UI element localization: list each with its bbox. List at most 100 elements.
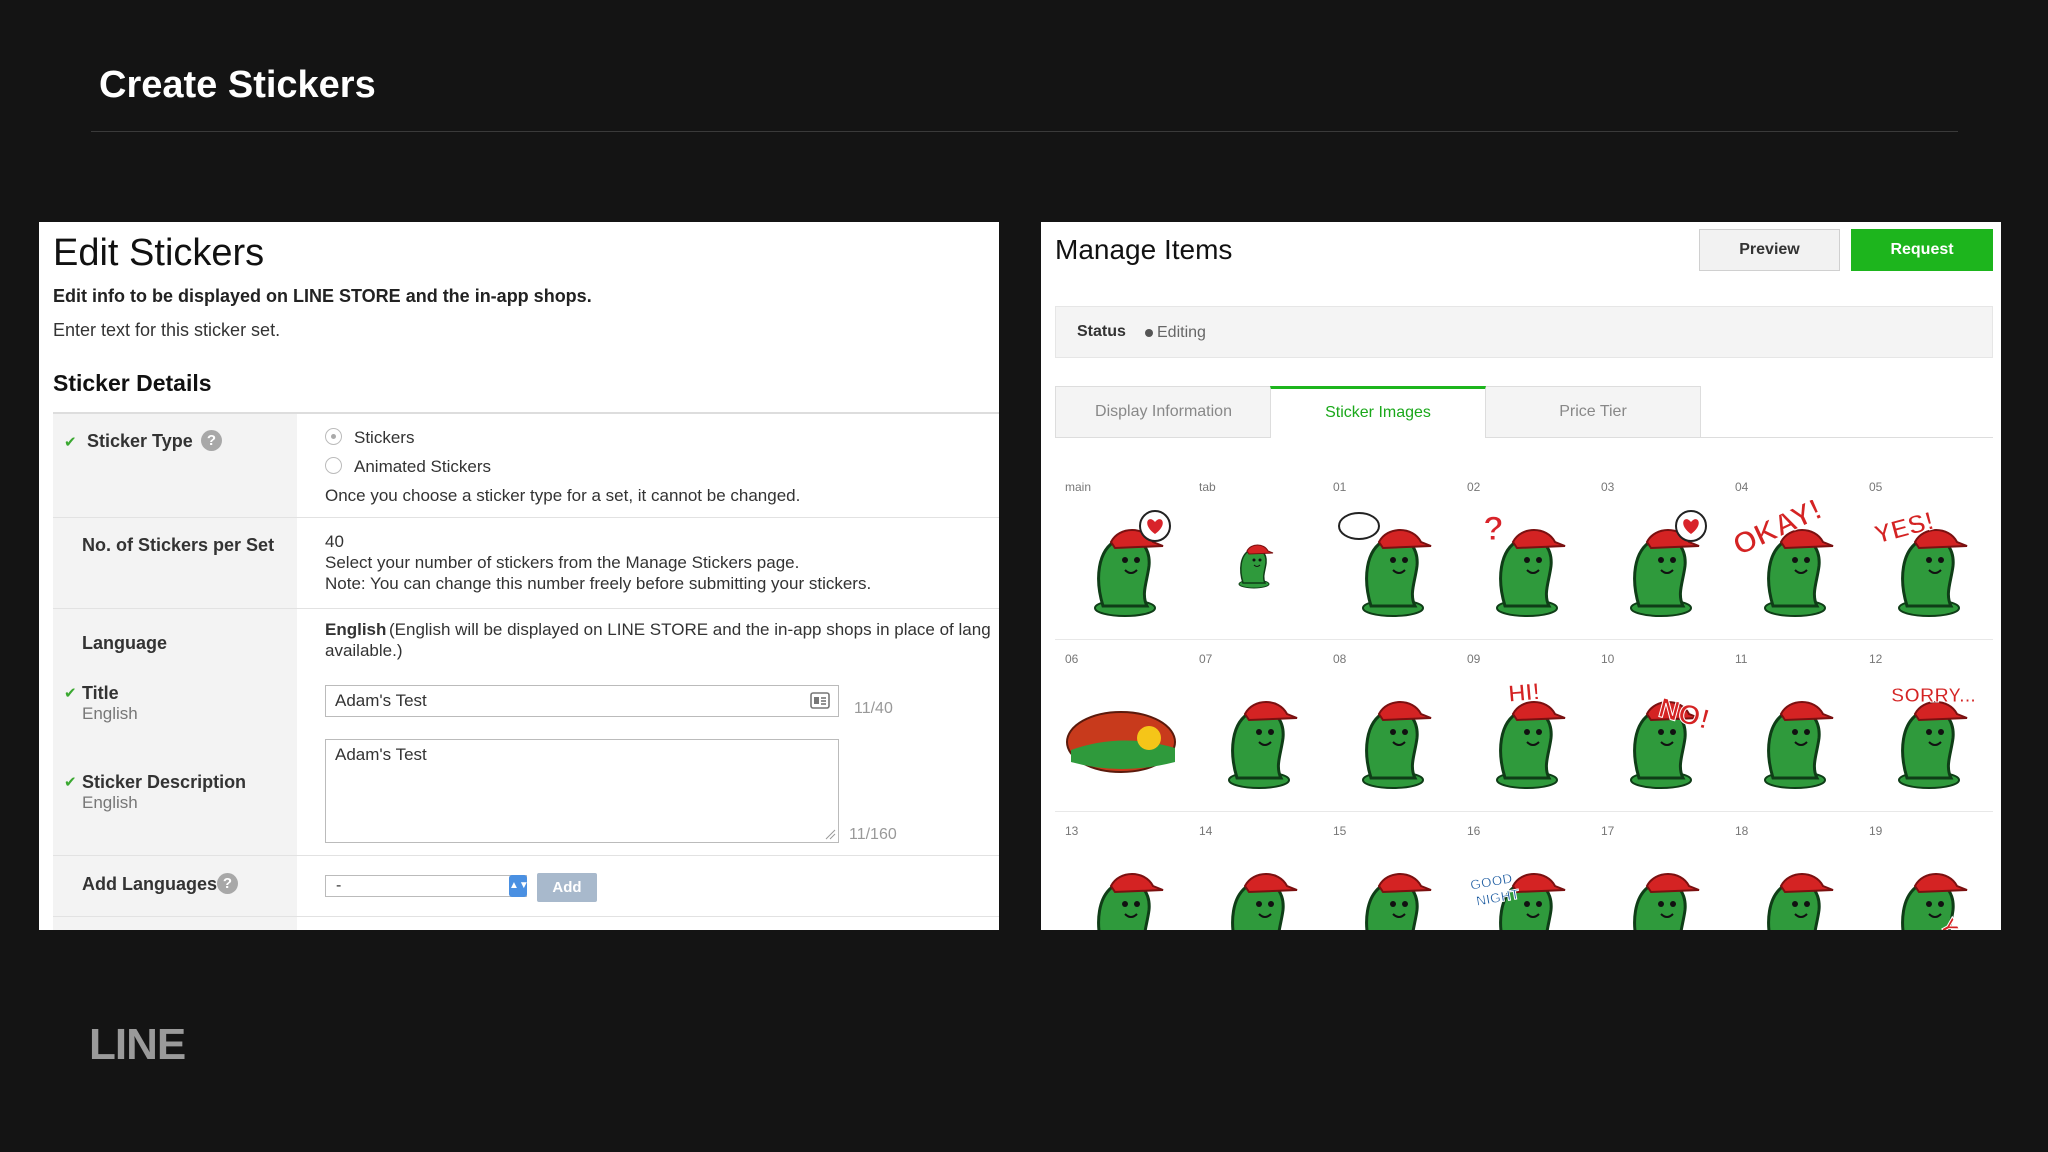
sticker-cell-09[interactable]: 09 HI!: [1457, 652, 1590, 824]
label-column: [53, 414, 297, 930]
sticker-cell-12[interactable]: 12 SORRY...: [1859, 652, 1992, 824]
sticker-cell-01[interactable]: 01: [1323, 480, 1456, 652]
sticker-cell-07[interactable]: 07: [1189, 652, 1322, 824]
sticker-cell-11[interactable]: 11: [1725, 652, 1858, 824]
sticker-image: [1767, 873, 1834, 930]
sticker-cell-19[interactable]: 19 YEAH: [1859, 824, 1992, 930]
row-divider: [53, 916, 999, 917]
cap-icon: [1109, 873, 1164, 894]
title-input-value: Adam's Test: [335, 691, 427, 710]
radio-animated-stickers[interactable]: [325, 457, 342, 474]
sticker-image: [1338, 512, 1432, 617]
language-label: Language: [82, 633, 168, 653]
sticker-image: [1365, 873, 1432, 930]
check-icon: ✔: [64, 774, 77, 791]
add-language-button[interactable]: Add: [537, 873, 597, 902]
sticker-number-label: 03: [1601, 480, 1615, 494]
sticker-cell-main[interactable]: main: [1055, 480, 1188, 652]
sticker-cell-15[interactable]: 15: [1323, 824, 1456, 930]
caterpillar-figure: [1898, 529, 1968, 617]
sticker-number-label: 04: [1735, 480, 1749, 494]
sticker-cell-13[interactable]: 13: [1055, 824, 1188, 930]
language-select-value: -: [336, 877, 342, 894]
sticker-number-label: 10: [1601, 652, 1615, 666]
sticker-cell-10[interactable]: 10 NO!: [1591, 652, 1724, 824]
sticker-cell-03[interactable]: 03: [1591, 480, 1724, 652]
sticker-image: YES!: [1870, 505, 1968, 617]
speech-bubble-icon: [1338, 512, 1380, 540]
cap-icon: [1511, 529, 1566, 550]
caterpillar-figure: [1633, 873, 1700, 930]
sticker-details-heading: Sticker Details: [53, 370, 212, 396]
sticker-cell-05[interactable]: 05 YES!: [1859, 480, 1992, 652]
sticker-image: [1228, 701, 1298, 789]
sticker-number-label: 06: [1065, 652, 1079, 666]
sticker-image: [1633, 873, 1700, 930]
check-icon: ✔: [64, 685, 77, 702]
sticker-text: HI!: [1507, 678, 1541, 708]
status-label: Status: [1077, 323, 1126, 340]
preview-button[interactable]: Preview: [1699, 229, 1840, 271]
sticker-cell-08[interactable]: 08: [1323, 652, 1456, 824]
sticker-text: SORRY...: [1891, 685, 1976, 707]
cap-icon: [1511, 873, 1566, 894]
tab-price-tier[interactable]: Price Tier: [1485, 386, 1701, 438]
language-select[interactable]: - ▲▼: [325, 875, 529, 897]
caterpillar-figure: [1767, 873, 1834, 930]
cap-icon: [1246, 544, 1274, 555]
title-divider: [91, 131, 1958, 132]
sticker-image: ?: [1483, 510, 1566, 617]
cap-icon: [1913, 873, 1968, 894]
sticker-cell-18[interactable]: 18: [1725, 824, 1858, 930]
tab-sticker-images[interactable]: Sticker Images: [1270, 386, 1486, 438]
request-button[interactable]: Request: [1851, 229, 1993, 271]
help-icon[interactable]: ?: [217, 873, 238, 894]
sticker-image: [1094, 510, 1171, 617]
caterpillar-figure: [1496, 701, 1566, 789]
radio-stickers[interactable]: [325, 428, 342, 445]
sticker-number-label: 02: [1467, 480, 1481, 494]
description-label: Sticker Description: [82, 772, 247, 792]
tab-display-information[interactable]: Display Information: [1055, 386, 1272, 438]
cap-icon: [1779, 873, 1834, 894]
enter-text-hint: Enter text for this sticker set.: [53, 320, 281, 340]
sticker-number-label: main: [1065, 480, 1092, 494]
sticker-image: [1362, 701, 1432, 789]
title-input[interactable]: Adam's Test: [325, 685, 839, 717]
select-arrows-icon: ▲▼: [509, 875, 529, 897]
sticker-type-note: Once you choose a sticker type for a set…: [325, 486, 801, 505]
sticker-cell-02[interactable]: 02?: [1457, 480, 1590, 652]
caterpillar-figure: [1365, 873, 1432, 930]
cap-icon: [1243, 701, 1298, 722]
sticker-cell-14[interactable]: 14: [1189, 824, 1322, 930]
sticker-image: [1066, 711, 1176, 773]
caterpillar-figure: [1496, 529, 1566, 617]
row-divider: [53, 855, 999, 856]
sticker-cell-tab[interactable]: tab: [1189, 480, 1322, 652]
language-value: English: [325, 620, 387, 639]
status-value: Editing: [1157, 324, 1206, 341]
caterpillar-figure: [1231, 873, 1298, 930]
per-set-line1: Select your number of stickers from the …: [325, 553, 800, 572]
help-icon[interactable]: ?: [201, 430, 222, 451]
sticker-image: YEAH: [1901, 873, 1981, 930]
resize-handle-icon[interactable]: [824, 828, 836, 840]
radio-stickers-label: Stickers: [354, 428, 415, 447]
sticker-image: OKAY!: [1735, 500, 1834, 617]
check-icon: ✔: [64, 434, 77, 451]
caterpillar-figure: [1097, 873, 1164, 930]
sticker-text: ?: [1483, 510, 1504, 548]
sticker-number-label: 16: [1467, 824, 1481, 838]
description-textarea[interactable]: Adam's Test: [325, 739, 839, 843]
row-divider: [53, 608, 999, 609]
sticker-cell-17[interactable]: 17: [1591, 824, 1724, 930]
sticker-cell-04[interactable]: 04 OKAY!: [1725, 480, 1858, 652]
contact-card-icon: [810, 692, 830, 709]
sticker-number-label: 12: [1869, 652, 1883, 666]
sticker-number-label: 14: [1199, 824, 1213, 838]
sticker-image: [1630, 510, 1707, 617]
sticker-number-label: 17: [1601, 824, 1615, 838]
caterpillar-figure: [1362, 701, 1432, 789]
sticker-cell-06[interactable]: 06: [1055, 652, 1188, 824]
sticker-cell-16[interactable]: 16 GOOD NIGHT: [1457, 824, 1590, 930]
